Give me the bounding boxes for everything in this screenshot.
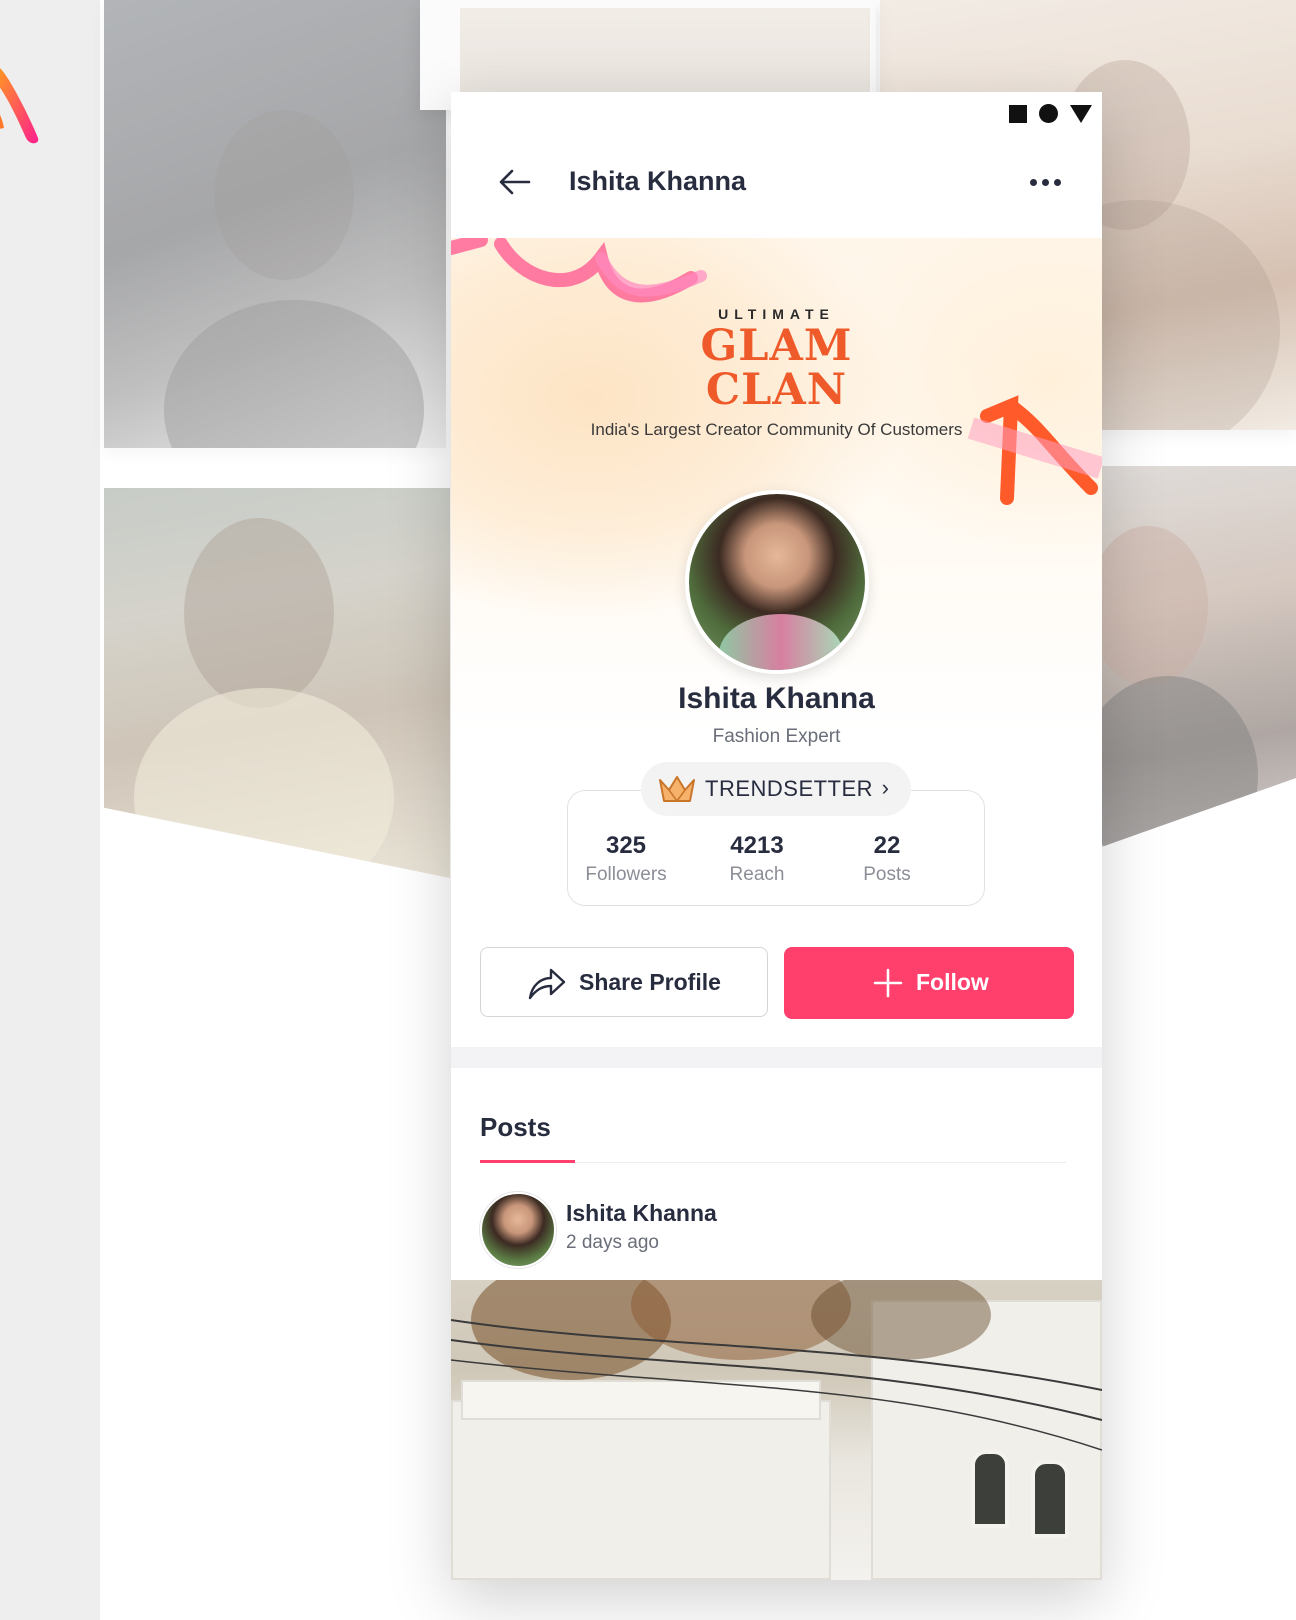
share-profile-label: Share Profile (579, 969, 721, 995)
section-divider (451, 1047, 1102, 1068)
recent-apps-icon[interactable] (1009, 104, 1027, 123)
crown-icon (659, 776, 695, 803)
profile-screen: Ishita Khanna ULTIMATE GLAM CLAN India's… (451, 92, 1102, 1580)
stat-label: Followers (585, 864, 667, 885)
share-profile-button[interactable]: Share Profile (480, 947, 768, 1017)
post-timestamp: 2 days ago (566, 1232, 659, 1253)
page-title: Ishita Khanna (569, 166, 747, 196)
banner-brand-line1: GLAM (700, 321, 853, 371)
stat-label: Reach (729, 864, 785, 885)
back-nav-icon[interactable] (1070, 104, 1092, 123)
plus-icon (873, 968, 903, 998)
banner-tagline: India's Largest Creator Community Of Cus… (590, 420, 963, 439)
banner-kicker: ULTIMATE (718, 306, 835, 322)
arrow-left-icon[interactable] (495, 162, 535, 202)
badge-label: TRENDSETTER (705, 776, 874, 801)
profile-name: Ishita Khanna (678, 682, 875, 715)
stat-posts[interactable]: 22 Posts (817, 832, 957, 886)
post-image[interactable] (451, 1280, 1102, 1580)
more-horizontal-icon[interactable] (1030, 170, 1070, 194)
post-author-name[interactable]: Ishita Khanna (566, 1200, 717, 1227)
profile-role: Fashion Expert (712, 726, 841, 747)
background-left-strip (0, 0, 104, 1620)
app-bar: Ishita Khanna (451, 142, 1102, 232)
chevron-right-icon: › (881, 775, 889, 800)
stat-value: 325 (605, 832, 647, 859)
tab-posts[interactable]: Posts (480, 1112, 551, 1143)
follow-label: Follow (916, 969, 989, 995)
profile-avatar[interactable] (685, 490, 869, 674)
tab-active-indicator (480, 1160, 575, 1163)
follow-button[interactable]: Follow (784, 947, 1074, 1019)
background-photo-man-night (104, 0, 446, 448)
post-wires (451, 1319, 1102, 1451)
trendsetter-badge[interactable]: TRENDSETTER › (641, 762, 911, 816)
status-bar (1009, 104, 1092, 123)
stat-reach: 4213 Reach (687, 832, 827, 886)
stat-value: 4213 (730, 832, 784, 859)
post-author-avatar[interactable] (480, 1192, 556, 1268)
banner-brand-line2: CLAN (705, 365, 848, 415)
stat-label: Posts (863, 864, 911, 885)
home-icon[interactable] (1039, 104, 1058, 123)
stat-followers[interactable]: 325 Followers (556, 832, 696, 886)
brand-logo-icon (0, 68, 39, 144)
stat-value: 22 (873, 832, 901, 859)
share-arrow-icon (528, 968, 566, 1000)
